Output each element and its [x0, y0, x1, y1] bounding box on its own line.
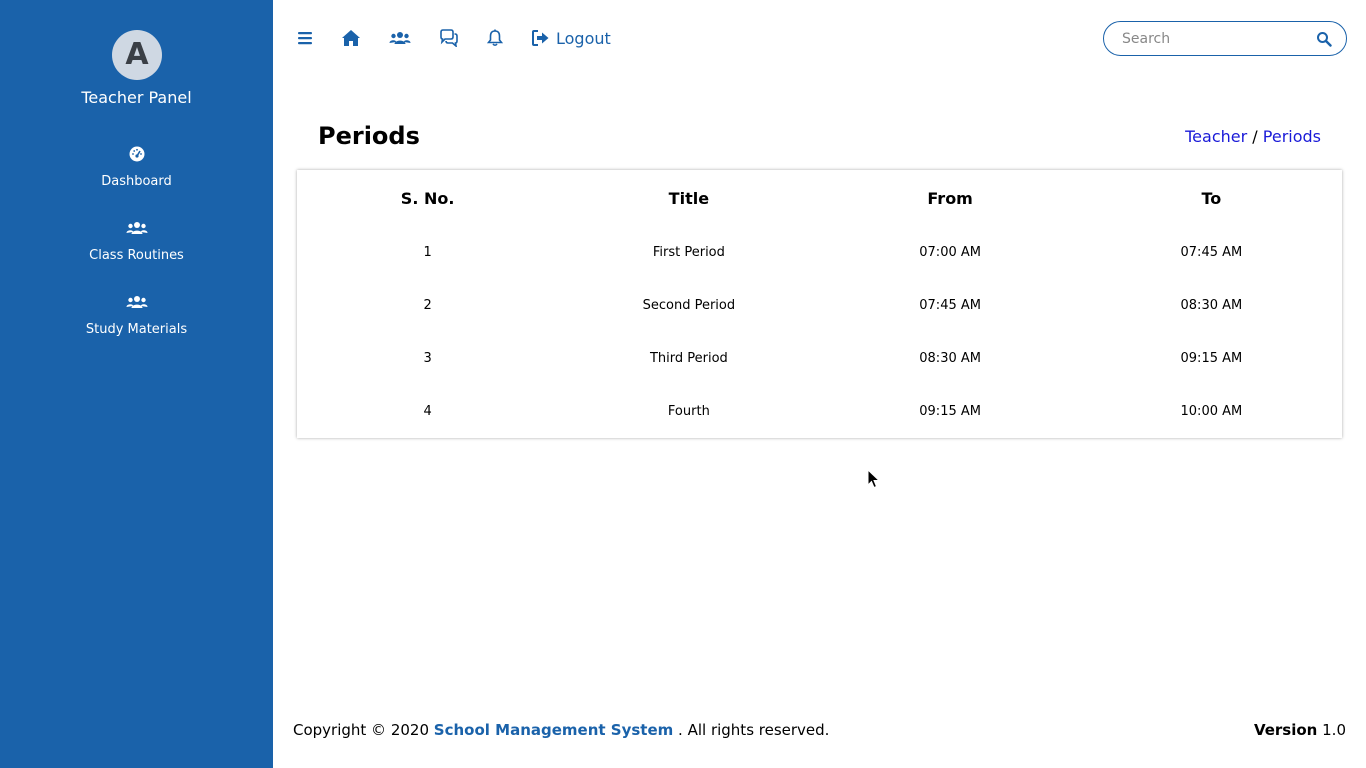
footer-brand-link[interactable]: School Management System	[434, 721, 673, 739]
search-input[interactable]	[1122, 30, 1302, 48]
notifications-button[interactable]	[487, 28, 503, 48]
cell-to: 07:45 AM	[1180, 245, 1243, 260]
sidebar-item-label: Class Routines	[89, 248, 184, 263]
sign-out-icon	[532, 30, 549, 46]
breadcrumb-separator: /	[1252, 127, 1258, 146]
cell-sno: 4	[423, 404, 432, 419]
messages-button[interactable]	[439, 28, 459, 48]
column-header-to: To	[1201, 188, 1222, 208]
rights-text: . All rights reserved.	[678, 721, 830, 739]
search-box	[1103, 21, 1347, 56]
bell-icon	[487, 29, 503, 47]
cell-sno: 3	[423, 351, 432, 366]
table-row: 3 Third Period 08:30 AM 09:15 AM	[297, 332, 1342, 385]
cell-sno: 2	[423, 298, 432, 313]
periods-table-card: S. No. Title From To 1 First Period 07:0…	[297, 170, 1342, 438]
cell-from: 07:00 AM	[919, 245, 981, 260]
top-navbar: Logout	[273, 0, 1366, 76]
column-header-from: From	[927, 188, 973, 208]
breadcrumb-link-periods[interactable]: Periods	[1263, 127, 1321, 146]
periods-table: S. No. Title From To 1 First Period 07:0…	[297, 170, 1342, 438]
users-icon	[389, 32, 411, 44]
cell-title: Third Period	[649, 351, 728, 366]
version-label: Version	[1253, 721, 1318, 739]
footer-copyright: Copyright © 2020 School Management Syste…	[293, 721, 829, 739]
logout-label: Logout	[556, 28, 611, 48]
menu-toggle-button[interactable]	[297, 28, 313, 48]
users-button[interactable]	[389, 28, 411, 48]
breadcrumb-link-teacher[interactable]: Teacher	[1185, 127, 1247, 146]
users-icon	[126, 296, 147, 308]
page-title: Periods	[318, 122, 420, 150]
cell-title: First Period	[652, 245, 725, 260]
table-row: 1 First Period 07:00 AM 07:45 AM	[297, 226, 1342, 279]
panel-title: Teacher Panel	[81, 88, 192, 107]
breadcrumb: Teacher / Periods	[1185, 127, 1321, 146]
cell-title: Fourth	[667, 404, 710, 419]
avatar[interactable]: A	[112, 30, 162, 80]
comments-icon	[440, 29, 458, 47]
column-header-sno: S. No.	[400, 188, 455, 208]
sidebar: A Teacher Panel Dashboard Class Routines	[0, 0, 273, 768]
home-button[interactable]	[341, 28, 361, 48]
users-icon	[126, 222, 147, 234]
column-header-title: Title	[668, 188, 710, 208]
footer-version: Version 1.0	[1254, 721, 1346, 739]
sidebar-item-label: Study Materials	[85, 322, 188, 337]
cell-to: 10:00 AM	[1180, 404, 1243, 419]
home-icon	[342, 30, 360, 46]
table-header-row: S. No. Title From To	[297, 170, 1342, 226]
cell-to: 08:30 AM	[1180, 298, 1243, 313]
cell-title: Second Period	[642, 298, 736, 313]
sidebar-item-dashboard[interactable]: Dashboard	[0, 146, 273, 189]
table-row: 4 Fourth 09:15 AM 10:00 AM	[297, 385, 1342, 438]
sidebar-item-label: Dashboard	[101, 174, 172, 189]
cell-from: 09:15 AM	[919, 404, 981, 419]
sidebar-item-class-routines[interactable]: Class Routines	[0, 220, 273, 263]
cell-from: 07:45 AM	[919, 298, 981, 313]
tachometer-icon	[129, 146, 144, 162]
table-row: 2 Second Period 07:45 AM 08:30 AM	[297, 279, 1342, 332]
search-icon[interactable]	[1316, 31, 1332, 47]
cell-sno: 1	[423, 245, 432, 260]
copyright-text: Copyright © 2020	[293, 721, 430, 739]
menu-icon	[298, 32, 312, 45]
sidebar-item-study-materials[interactable]: Study Materials	[0, 294, 273, 337]
logout-button[interactable]: Logout	[532, 28, 611, 48]
cell-from: 08:30 AM	[919, 351, 981, 366]
version-value: 1.0	[1322, 721, 1346, 739]
cell-to: 09:15 AM	[1180, 351, 1243, 366]
mouse-cursor-icon	[867, 469, 881, 489]
avatar-letter: A	[125, 37, 149, 72]
